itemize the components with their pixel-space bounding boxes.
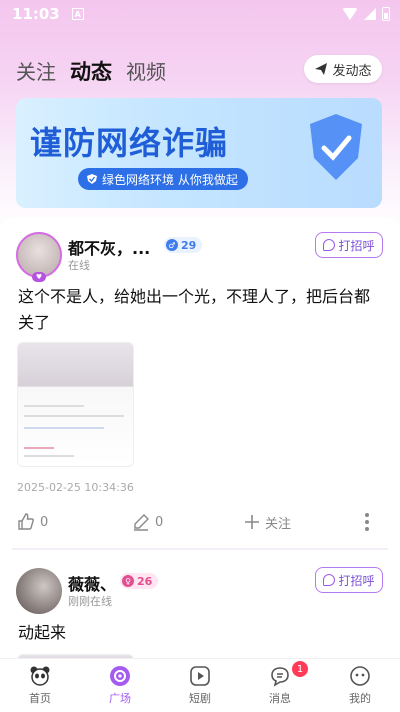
post-content: 这个不是人，给她出一个光，不理人了，把后台都关了 [18, 287, 371, 332]
profile-face-icon [350, 666, 370, 686]
post-author-name[interactable]: 都不灰，... [68, 235, 150, 259]
play-icon [190, 666, 210, 686]
more-vertical-icon [365, 513, 369, 531]
unread-badge: 1 [292, 661, 308, 677]
female-icon: ♀ [122, 575, 134, 587]
avatar[interactable]: ♥ [16, 232, 62, 282]
status-bar: 11:03 A [0, 0, 400, 28]
battery-icon [382, 7, 390, 21]
feed-tabs: 关注 动态 视频 [16, 56, 166, 86]
nav-short-drama[interactable]: 短剧 [160, 659, 240, 712]
nav-profile-label: 我的 [349, 692, 371, 705]
anti-fraud-banner[interactable]: 谨防网络诈骗 绿色网络环境 从你我做起 [16, 98, 382, 208]
status-time: 11:03 [12, 5, 60, 23]
banner-title: 谨防网络诈骗 [30, 124, 229, 162]
nav-messages[interactable]: 消息 1 [240, 659, 320, 712]
avatar[interactable] [16, 568, 62, 614]
wifi-icon [342, 8, 358, 20]
nav-home[interactable]: 首页 [0, 659, 80, 712]
plus-icon [245, 515, 259, 529]
level-value: 29 [181, 238, 197, 252]
nav-home-label: 首页 [29, 692, 51, 705]
tab-moments[interactable]: 动态 [70, 56, 112, 86]
online-status: 在线 [68, 259, 90, 272]
post-moment-button[interactable]: 发动态 [304, 55, 382, 83]
post-image[interactable] [17, 342, 134, 467]
like-button[interactable]: 0 [16, 512, 131, 532]
male-icon: ♂ [166, 239, 178, 251]
plaza-icon [110, 666, 130, 686]
nav-plaza-label: 广场 [109, 692, 131, 705]
more-button[interactable] [364, 512, 384, 532]
post-author-name[interactable]: 薇薇、 [68, 571, 116, 595]
level-badge: ♀ 26 [120, 573, 159, 589]
signal-icon [364, 8, 376, 20]
notification-icon: A [71, 8, 84, 20]
tab-follow[interactable]: 关注 [16, 56, 56, 85]
follow-button[interactable]: 关注 [243, 513, 353, 532]
level-badge: ♂ 29 [164, 237, 203, 253]
post-divider [12, 548, 388, 550]
vip-badge: ♥ [32, 272, 46, 282]
comment-button[interactable]: 0 [131, 512, 243, 532]
send-icon [315, 63, 328, 75]
message-icon [271, 667, 289, 687]
comment-count: 0 [155, 514, 164, 530]
tab-videos[interactable]: 视频 [126, 56, 166, 85]
banner-slogan-text: 绿色网络环境 从你我做起 [102, 172, 238, 187]
like-count: 0 [40, 514, 49, 530]
post-moment-label: 发动态 [332, 63, 372, 79]
nav-messages-label: 消息 [269, 692, 291, 705]
greet-button[interactable]: 打招呼 [315, 567, 383, 593]
panda-icon [30, 666, 50, 686]
greet-label: 打招呼 [338, 238, 375, 253]
nav-plaza[interactable]: 广场 [80, 659, 160, 712]
shield-illustration-icon [310, 114, 362, 180]
thumbs-up-icon [18, 513, 34, 530]
nav-short-drama-label: 短剧 [189, 692, 211, 705]
follow-label: 关注 [265, 516, 292, 532]
banner-slogan: 绿色网络环境 从你我做起 [78, 168, 248, 190]
greet-button[interactable]: 打招呼 [315, 232, 383, 258]
post-content: 动起来 [18, 623, 67, 642]
shield-check-icon [87, 174, 97, 184]
bottom-navigation: 首页 广场 短剧 消息 1 我的 [0, 658, 400, 712]
chat-bubble-icon [323, 239, 336, 251]
greet-label: 打招呼 [338, 573, 375, 588]
post-actions: 0 0 关注 [16, 509, 384, 535]
post-timestamp: 2025-02-25 10:34:36 [17, 481, 134, 494]
moments-feed: ♥ 都不灰，... ♂ 29 在线 打招呼 这个不是人，给她出一个光，不理人了，… [0, 218, 400, 658]
edit-icon [134, 514, 149, 531]
online-status: 刚刚在线 [68, 595, 112, 608]
level-value: 26 [137, 574, 153, 588]
chat-bubble-icon [323, 574, 336, 586]
nav-profile[interactable]: 我的 [320, 659, 400, 712]
